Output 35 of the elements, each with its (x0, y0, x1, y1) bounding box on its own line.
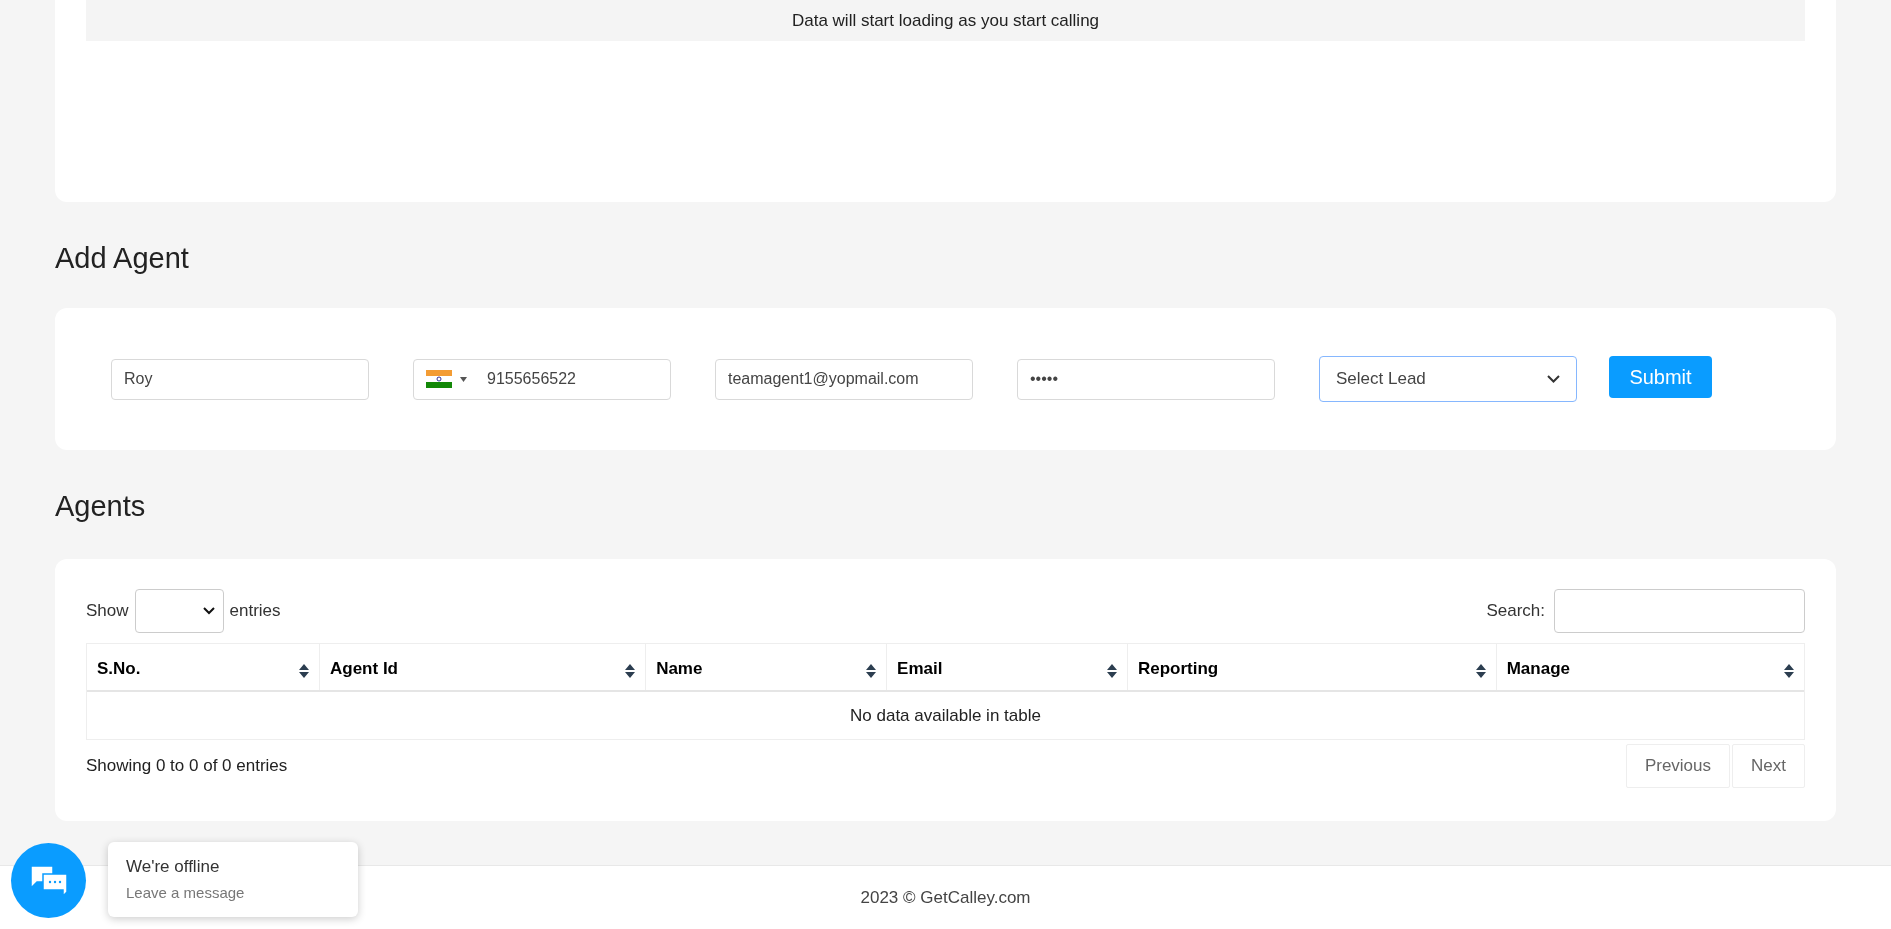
caret-icon (460, 376, 467, 382)
sort-icon (1106, 664, 1117, 678)
phone-value: 9155656522 (487, 369, 576, 389)
column-header[interactable]: Manage (1496, 644, 1804, 690)
sort-icon (1475, 664, 1486, 678)
password-field[interactable]: ••••• (1017, 358, 1275, 400)
search-label: Search: (1486, 600, 1545, 623)
chevron-icon (1547, 375, 1560, 383)
search-field[interactable] (1554, 589, 1805, 633)
sort-icon (866, 664, 877, 678)
show-label: Show (86, 600, 129, 623)
chevron-icon (202, 607, 215, 615)
entries-label: entries (229, 600, 281, 623)
entries-select[interactable] (134, 589, 224, 633)
lead-select[interactable]: Select Lead (1319, 356, 1577, 402)
column-header[interactable]: Name (646, 644, 888, 690)
column-header[interactable]: Email (887, 644, 1128, 690)
empty-message: No data available in table (849, 704, 1042, 727)
section-title: Agents (55, 489, 146, 524)
footer-text: 2023 © GetCalley.com (860, 886, 1031, 909)
flag-icon (426, 370, 452, 388)
table-info: Showing 0 to 0 of 0 entries (86, 755, 288, 778)
sort-icon (299, 664, 309, 678)
column-header[interactable]: S.No. (87, 644, 320, 690)
column-header[interactable]: Agent Id (320, 644, 647, 690)
column-header[interactable]: Reporting (1127, 644, 1497, 690)
name-field[interactable]: Roy (111, 358, 369, 400)
section-title: Add Agent (55, 241, 189, 276)
chat-subtitle: Leave a message (126, 882, 246, 903)
chat-title: We're offline (126, 856, 221, 878)
sort-icon (625, 664, 636, 678)
sort-icon (1784, 664, 1794, 678)
email-field[interactable]: teamagent1@yopmail.com (715, 358, 973, 400)
phone-field[interactable]: 9155656522 (413, 358, 671, 400)
notice-text: Data will start loading as you start calling (86, 0, 1805, 41)
